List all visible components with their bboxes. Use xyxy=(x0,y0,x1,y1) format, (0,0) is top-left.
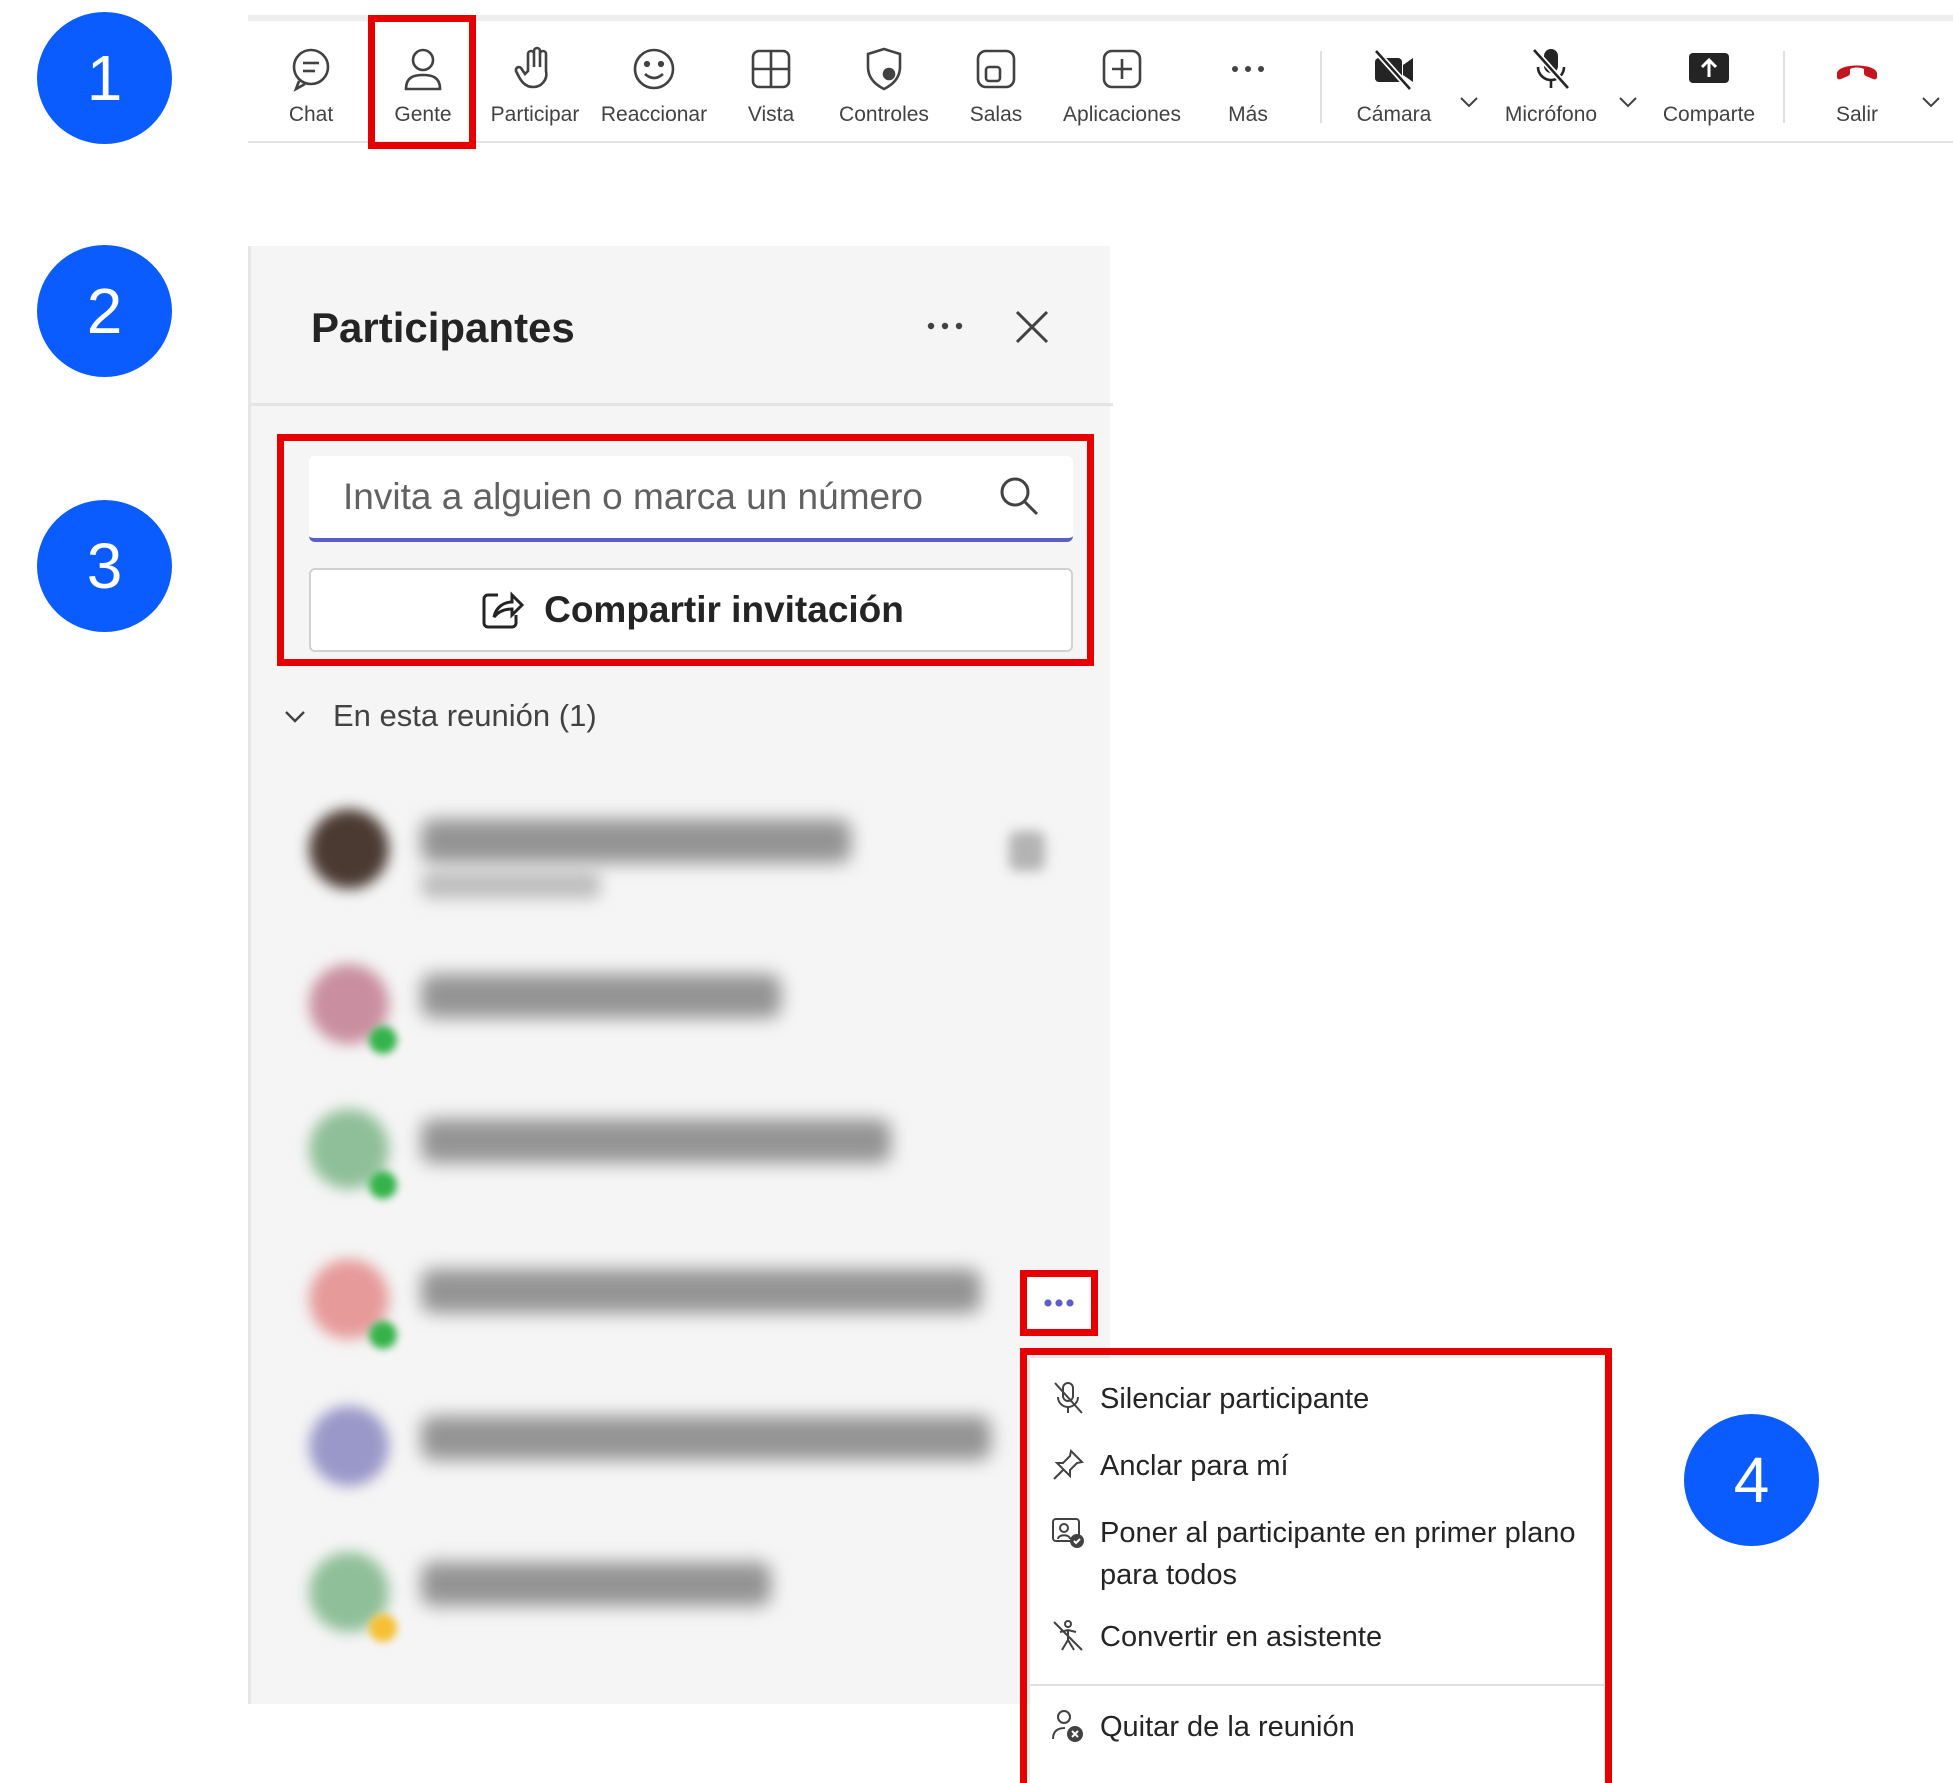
highlight-box-people xyxy=(368,15,476,149)
toolbar-label: Salas xyxy=(969,103,1023,126)
camera-off-icon xyxy=(1373,48,1413,92)
participant-row[interactable] xyxy=(309,791,1069,901)
mic-off-icon xyxy=(1531,47,1571,91)
section-label: En esta reunión (1) xyxy=(333,698,597,733)
participant-name-blurred xyxy=(421,1119,891,1163)
participant-row[interactable] xyxy=(309,946,1069,1056)
more-options-icon[interactable] xyxy=(919,306,971,346)
toolbar-chat-button[interactable]: Chat xyxy=(251,45,371,127)
toolbar-label: Aplicaciones xyxy=(1063,103,1181,126)
panel-title: Participantes xyxy=(311,304,575,351)
presence-available-icon xyxy=(369,1321,397,1349)
toolbar-more-button[interactable]: Más xyxy=(1188,45,1308,127)
participant-row[interactable] xyxy=(309,1388,1069,1498)
close-icon[interactable] xyxy=(1011,306,1053,348)
panel-header: Participantes xyxy=(251,246,1113,406)
avatar xyxy=(309,1406,389,1486)
participant-row[interactable] xyxy=(309,1534,1069,1644)
highlight-box-menu xyxy=(1020,1348,1612,1783)
participant-name-blurred xyxy=(421,1269,981,1313)
participant-name-blurred xyxy=(421,1562,771,1606)
toolbar-label: Controles xyxy=(839,103,929,126)
hang-up-icon xyxy=(1837,65,1877,80)
toolbar-share-button[interactable]: Comparte xyxy=(1649,45,1769,127)
highlight-box-more-options xyxy=(1020,1270,1098,1336)
presence-away-icon xyxy=(369,1614,397,1642)
participant-name-blurred xyxy=(421,974,781,1018)
toolbar-microphone-button[interactable]: Micrófono xyxy=(1491,45,1611,127)
chat-icon xyxy=(292,48,330,92)
toolbar-divider xyxy=(1320,51,1322,123)
toolbar-label: Reaccionar xyxy=(600,103,708,126)
toolbar-label: Micrófono xyxy=(1504,103,1598,126)
toolbar-label: Más xyxy=(1228,103,1268,126)
toolbar-rooms-button[interactable]: Salas xyxy=(936,45,1056,127)
toolbar-label: Participar xyxy=(490,103,580,126)
smiley-icon xyxy=(633,48,675,90)
in-meeting-section-toggle[interactable]: En esta reunión (1) xyxy=(281,698,597,734)
toolbar-camera-button[interactable]: Cámara xyxy=(1334,45,1454,127)
avatar xyxy=(309,809,389,889)
shield-gear-icon xyxy=(866,47,902,91)
step-marker-1: 1 xyxy=(37,12,172,144)
more-icon xyxy=(1232,66,1264,72)
toolbar-label: Chat xyxy=(288,103,334,126)
toolbar-label: Cámara xyxy=(1356,103,1432,126)
participant-name-blurred xyxy=(421,1416,991,1460)
participant-name-blurred xyxy=(421,819,851,863)
step-marker-4: 4 xyxy=(1684,1414,1819,1546)
grid-view-icon xyxy=(751,49,791,89)
raise-hand-icon xyxy=(514,46,548,89)
mic-status-icon xyxy=(1009,831,1045,871)
camera-options-chevron-icon[interactable] xyxy=(1456,89,1482,115)
chevron-down-icon xyxy=(285,711,305,723)
presence-available-icon xyxy=(369,1171,397,1199)
meeting-toolbar: Chat Gente Participar Reaccionar Vista C… xyxy=(248,15,1953,143)
toolbar-controls-button[interactable]: Controles xyxy=(824,45,944,127)
step-marker-2: 2 xyxy=(37,245,172,377)
leave-options-chevron-icon[interactable] xyxy=(1918,89,1944,115)
toolbar-label: Salir xyxy=(1835,103,1878,126)
toolbar-react-button[interactable]: Reaccionar xyxy=(594,45,714,127)
toolbar-label: Vista xyxy=(747,103,795,126)
toolbar-view-button[interactable]: Vista xyxy=(711,45,831,127)
participant-row[interactable] xyxy=(309,1091,1069,1201)
add-app-icon xyxy=(1102,49,1142,89)
participant-role-blurred xyxy=(421,871,601,899)
microphone-options-chevron-icon[interactable] xyxy=(1615,89,1641,115)
rooms-icon xyxy=(976,49,1016,89)
toolbar-label: Comparte xyxy=(1662,103,1756,126)
participant-row[interactable] xyxy=(309,1241,1069,1351)
toolbar-leave-button[interactable]: Salir xyxy=(1797,45,1917,127)
toolbar-raise-hand-button[interactable]: Participar xyxy=(475,45,595,127)
presence-available-icon xyxy=(369,1026,397,1054)
highlight-box-invite xyxy=(277,434,1094,666)
step-marker-3: 3 xyxy=(37,500,172,632)
toolbar-apps-button[interactable]: Aplicaciones xyxy=(1062,45,1182,127)
share-screen-icon xyxy=(1689,53,1729,83)
toolbar-divider xyxy=(1783,51,1785,123)
